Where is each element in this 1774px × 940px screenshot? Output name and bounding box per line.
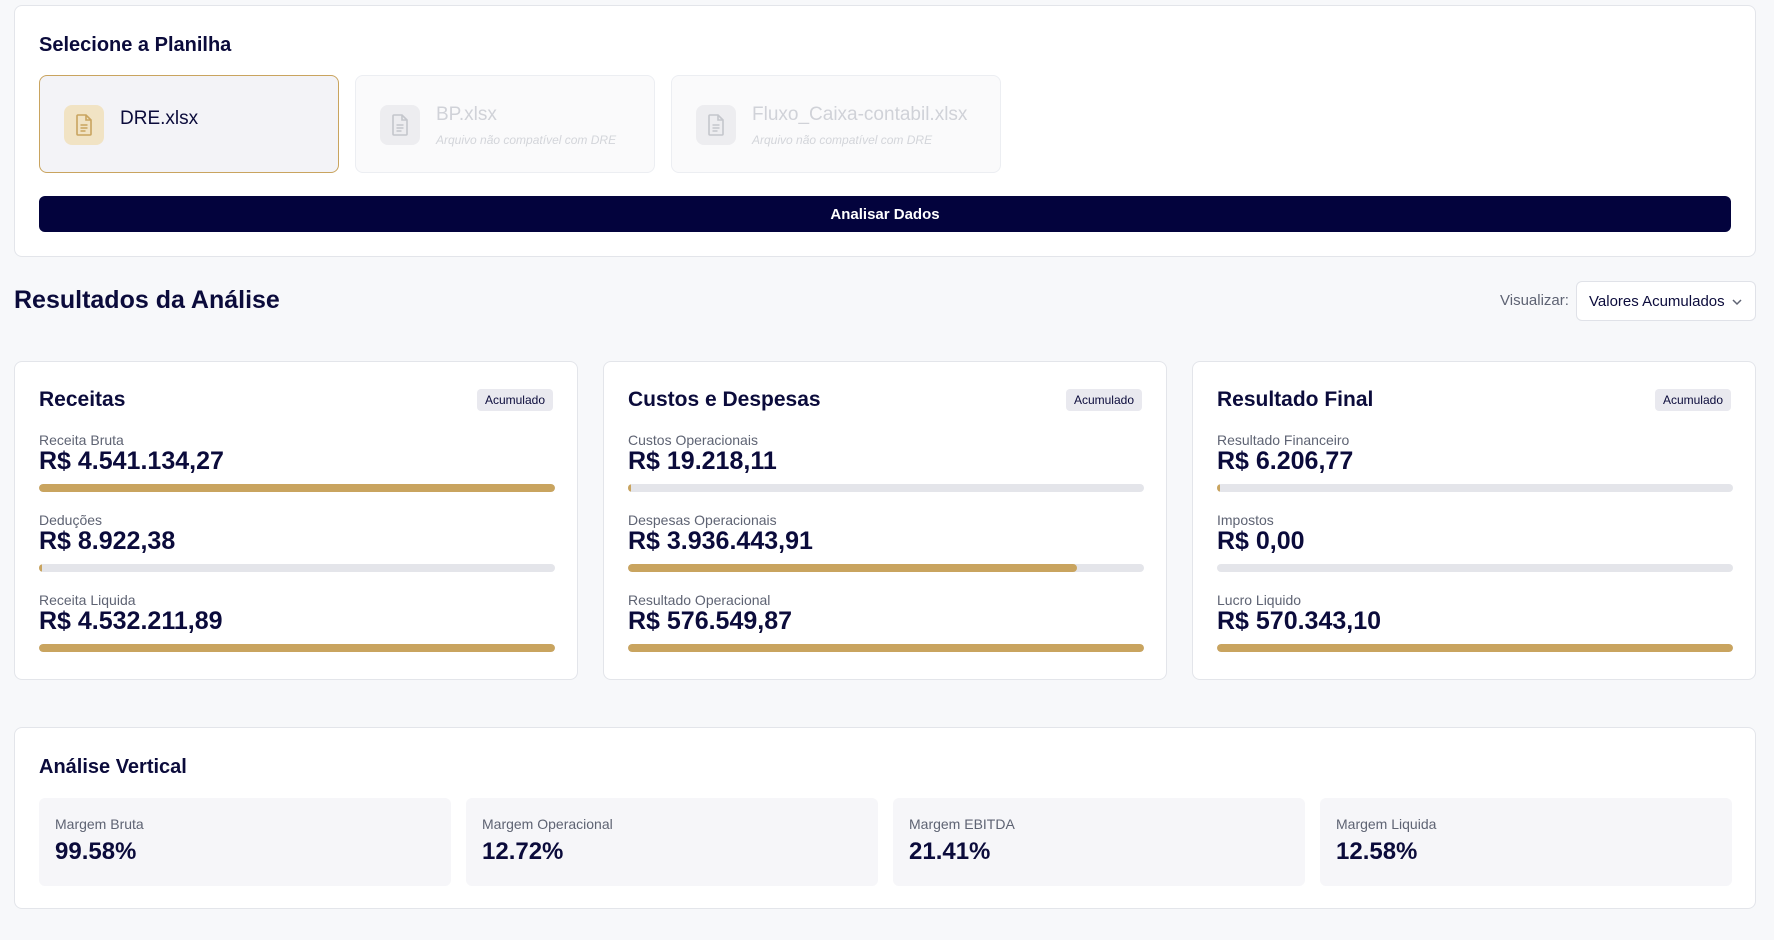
metric-progress-bar — [1217, 484, 1733, 492]
metric-progress-fill — [1217, 484, 1220, 492]
metric-value: R$ 3.936.443,91 — [628, 527, 813, 555]
metric-progress-fill — [1217, 644, 1733, 652]
metric-label: Impostos — [1217, 512, 1274, 528]
metric-progress-fill — [628, 564, 1077, 572]
metric-progress-bar — [628, 644, 1144, 652]
card-title: Custos e Despesas — [628, 388, 821, 411]
metric-progress-bar — [1217, 564, 1733, 572]
file-option-bp: BP.xlsx Arquivo não compatível com DRE — [355, 75, 655, 173]
metric-label: Custos Operacionais — [628, 432, 758, 448]
period-badge: Acumulado — [1065, 389, 1142, 411]
metric-value: R$ 8.922,38 — [39, 527, 176, 555]
metric-item: Resultado Operacional R$ 576.549,87 — [628, 592, 1144, 662]
file-selector-card: Selecione a Planilha DRE.xlsx BP.xlsx Ar… — [14, 5, 1756, 257]
metric-progress-fill — [628, 644, 1144, 652]
metric-progress-fill — [39, 644, 555, 652]
margin-value: 12.58% — [1336, 838, 1418, 865]
analyze-data-button[interactable]: Analisar Dados — [39, 196, 1731, 232]
file-incompatible-note: Arquivo não compatível com DRE — [752, 133, 933, 147]
vertical-analysis-card: Análise Vertical Margem Bruta 99.58% Mar… — [14, 727, 1756, 909]
margin-label: Margem Operacional — [482, 816, 613, 832]
file-selector-title: Selecione a Planilha — [39, 34, 232, 56]
results-title: Resultados da Análise — [14, 286, 280, 314]
margin-box: Margem Operacional 12.72% — [466, 798, 878, 886]
metric-value: R$ 570.343,10 — [1217, 607, 1382, 635]
margin-box: Margem EBITDA 21.41% — [893, 798, 1305, 886]
vertical-analysis-title: Análise Vertical — [39, 756, 187, 778]
metric-value: R$ 19.218,11 — [628, 447, 777, 475]
metric-item: Receita Bruta R$ 4.541.134,27 — [39, 432, 555, 502]
margin-value: 21.41% — [909, 838, 991, 865]
metric-progress-fill — [39, 564, 42, 572]
metric-item: Receita Liquida R$ 4.532.211,89 — [39, 592, 555, 662]
metric-progress-bar — [39, 644, 555, 652]
metric-progress-bar — [39, 484, 555, 492]
metric-progress-fill — [39, 484, 555, 492]
file-icon — [696, 105, 736, 145]
metric-label: Deduções — [39, 512, 103, 528]
margin-box: Margem Bruta 99.58% — [39, 798, 451, 886]
metric-label: Lucro Liquido — [1217, 592, 1302, 608]
file-icon — [64, 105, 104, 145]
metric-label: Resultado Operacional — [628, 592, 771, 608]
metric-value: R$ 4.532.211,89 — [39, 607, 223, 635]
margin-value: 99.58% — [55, 838, 137, 865]
period-badge: Acumulado — [1654, 389, 1731, 411]
metric-label: Resultado Financeiro — [1217, 432, 1350, 448]
metric-value: R$ 0,00 — [1217, 527, 1305, 555]
period-badge: Acumulado — [476, 389, 553, 411]
file-option-dre[interactable]: DRE.xlsx — [39, 75, 339, 173]
metric-item: Despesas Operacionais R$ 3.936.443,91 — [628, 512, 1144, 582]
file-name: Fluxo_Caixa-contabil.xlsx — [752, 104, 968, 125]
metric-label: Despesas Operacionais — [628, 512, 777, 528]
metric-item: Deduções R$ 8.922,38 — [39, 512, 555, 582]
file-option-fluxo-caixa: Fluxo_Caixa-contabil.xlsx Arquivo não co… — [671, 75, 1001, 173]
margin-label: Margem Liquida — [1336, 816, 1437, 832]
metric-label: Receita Bruta — [39, 432, 124, 448]
margin-label: Margem Bruta — [55, 816, 144, 832]
metric-item: Custos Operacionais R$ 19.218,11 — [628, 432, 1144, 502]
margin-box: Margem Liquida 12.58% — [1320, 798, 1732, 886]
metric-value: R$ 4.541.134,27 — [39, 447, 224, 475]
card-custos-despesas: Custos e Despesas Acumulado Custos Opera… — [603, 361, 1167, 680]
metric-progress-bar — [628, 484, 1144, 492]
metric-progress-bar — [39, 564, 555, 572]
margin-label: Margem EBITDA — [909, 816, 1015, 832]
card-receitas: Receitas Acumulado Receita Bruta R$ 4.54… — [14, 361, 578, 680]
metric-value: R$ 6.206,77 — [1217, 447, 1354, 475]
view-mode-label: Visualizar: — [1500, 292, 1569, 309]
metric-progress-bar — [1217, 644, 1733, 652]
metric-value: R$ 576.549,87 — [628, 607, 793, 635]
file-name: DRE.xlsx — [120, 108, 199, 129]
chevron-down-icon — [1731, 295, 1743, 312]
metric-label: Receita Liquida — [39, 592, 136, 608]
view-mode-select[interactable]: Valores Acumulados — [1576, 281, 1756, 321]
card-resultado-final: Resultado Final Acumulado Resultado Fina… — [1192, 361, 1756, 680]
metric-item: Resultado Financeiro R$ 6.206,77 — [1217, 432, 1733, 502]
metric-item: Impostos R$ 0,00 — [1217, 512, 1733, 582]
card-title: Receitas — [39, 388, 126, 411]
metric-progress-fill — [628, 484, 631, 492]
file-icon — [380, 105, 420, 145]
file-name: BP.xlsx — [436, 104, 497, 125]
metric-item: Lucro Liquido R$ 570.343,10 — [1217, 592, 1733, 662]
metric-progress-bar — [628, 564, 1144, 572]
view-mode-selected: Valores Acumulados — [1589, 292, 1725, 310]
margin-value: 12.72% — [482, 838, 564, 865]
card-title: Resultado Final — [1217, 388, 1374, 411]
file-incompatible-note: Arquivo não compatível com DRE — [436, 133, 617, 147]
